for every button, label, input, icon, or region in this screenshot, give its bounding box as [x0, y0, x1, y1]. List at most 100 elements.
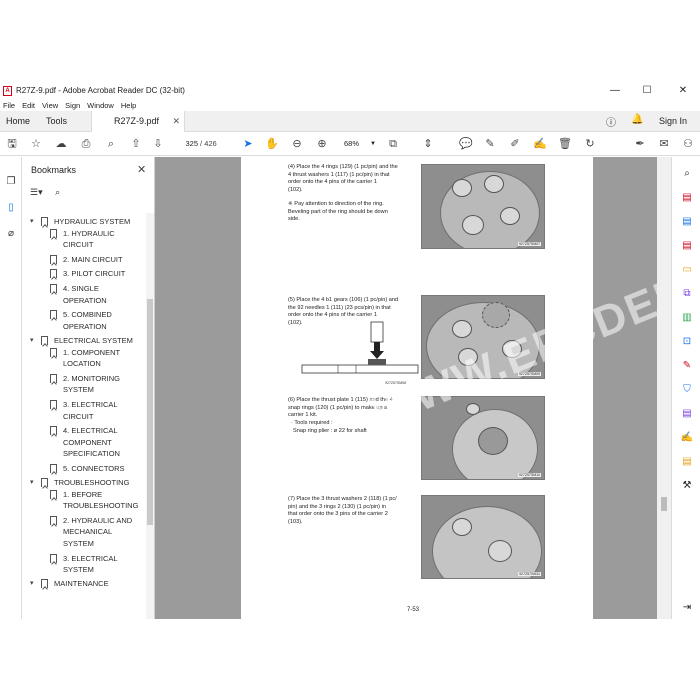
tab-close-icon[interactable]: ✕: [172, 111, 180, 132]
tab-document[interactable]: R27Z-9.pdf ✕: [91, 111, 185, 132]
bookmark-item[interactable]: TROUBLESHOOTING: [63, 500, 138, 512]
comment-tool-icon[interactable]: ▭: [680, 263, 694, 277]
bookmark-item[interactable]: LOCATION: [63, 358, 101, 370]
print-icon[interactable]: ⎙: [78, 136, 94, 152]
zoom-in-icon[interactable]: ⊕: [314, 136, 330, 152]
zoom-search-icon[interactable]: ⌕: [680, 167, 694, 181]
find-icon[interactable]: ⌕: [103, 136, 119, 152]
bookmarks-icon[interactable]: ▯: [4, 201, 18, 215]
collapse-pane-icon[interactable]: ⇥: [680, 601, 694, 615]
scroll-thumb[interactable]: [147, 299, 153, 525]
menu-edit[interactable]: Edit: [22, 101, 35, 110]
bookmark-item[interactable]: 5. CONNECTORS: [50, 463, 125, 475]
bookmark-item[interactable]: 4. SINGLE: [50, 283, 99, 295]
save-icon[interactable]: 🖫: [4, 136, 20, 152]
scan-ocr-icon[interactable]: ⊡: [680, 335, 694, 349]
menu-sign[interactable]: Sign: [65, 101, 80, 110]
close-button[interactable]: ✕: [668, 82, 698, 99]
chevron-down-icon[interactable]: ▾: [30, 335, 34, 347]
minimize-button[interactable]: —: [600, 82, 630, 99]
menu-help[interactable]: Help: [121, 101, 136, 110]
bookmark-item[interactable]: OPERATION: [63, 295, 107, 307]
draw-icon[interactable]: ✐: [507, 136, 523, 152]
select-cursor-icon[interactable]: ➤: [240, 136, 256, 152]
bookmark-item[interactable]: MECHANICAL: [63, 526, 112, 538]
bookmark-item[interactable]: 2. MONITORING: [50, 373, 120, 385]
email-icon[interactable]: ✉: [656, 136, 672, 152]
send-file-icon[interactable]: ▤: [680, 455, 694, 469]
bookmark-item[interactable]: 1. COMPONENT: [50, 347, 120, 359]
export-pdf-icon[interactable]: ▤: [680, 191, 694, 205]
help-icon[interactable]: ⓘ: [606, 114, 616, 129]
next-page-icon[interactable]: ⇩: [150, 136, 166, 152]
chevron-down-icon[interactable]: ▾: [30, 477, 34, 489]
sign-icon[interactable]: ✍: [532, 136, 548, 152]
delete-icon[interactable]: 🗑: [557, 136, 573, 152]
bookmark-item[interactable]: SYSTEM: [63, 538, 94, 550]
bookmark-item[interactable]: CIRCUIT: [63, 239, 93, 251]
document-area[interactable]: (4) Place the 4 rings (129) (1 pc/pin) a…: [155, 157, 700, 619]
upload-cloud-icon[interactable]: ☁: [53, 136, 69, 152]
bookmark-item[interactable]: 3. ELECTRICAL: [50, 399, 118, 411]
close-icon[interactable]: ✕: [137, 163, 146, 176]
tab-home[interactable]: Home: [6, 111, 30, 132]
chevron-down-icon[interactable]: ▾: [30, 578, 34, 590]
request-signature-icon[interactable]: ✍: [680, 431, 694, 445]
menu-view[interactable]: View: [42, 101, 58, 110]
comment-icon[interactable]: 💬: [458, 136, 474, 152]
bookmark-item[interactable]: 2. HYDRAULIC AND: [50, 515, 132, 527]
bookmark-section[interactable]: ▾ ELECTRICAL SYSTEM: [30, 335, 133, 347]
page-number-input[interactable]: 325: [178, 137, 198, 151]
chevron-down-icon[interactable]: ▾: [30, 216, 34, 228]
bookmark-label: MECHANICAL: [63, 527, 113, 537]
menu-file[interactable]: File: [3, 101, 15, 110]
bookmark-item[interactable]: COMPONENT: [63, 437, 112, 449]
bookmarks-scrollbar[interactable]: [146, 213, 154, 619]
bookmark-item[interactable]: 3. PILOT CIRCUIT: [50, 268, 125, 280]
notifications-icon[interactable]: 🔔: [631, 114, 643, 125]
scroll-thumb[interactable]: [661, 497, 667, 511]
bookmark-item[interactable]: CIRCUIT: [63, 411, 93, 423]
bookmark-item[interactable]: 3. ELECTRICAL: [50, 553, 118, 565]
protect-icon[interactable]: ⛉: [680, 383, 694, 397]
previous-page-icon[interactable]: ⇧: [128, 136, 144, 152]
tab-tools[interactable]: Tools: [46, 111, 67, 132]
bookmark-item[interactable]: 1. HYDRAULIC: [50, 228, 115, 240]
bookmark-section[interactable]: ▾ MAINTENANCE: [30, 578, 109, 590]
sign-in-button[interactable]: Sign In: [659, 116, 687, 126]
bookmark-item[interactable]: OPERATION: [63, 321, 107, 333]
bookmark-item[interactable]: SYSTEM: [63, 384, 94, 396]
menu-window[interactable]: Window: [87, 101, 114, 110]
fill-sign-icon[interactable]: ✎: [680, 359, 694, 373]
bookmark-options-icon[interactable]: ☰▾: [30, 187, 43, 197]
fit-page-icon[interactable]: ⧉: [385, 136, 401, 152]
create-pdf-icon[interactable]: ▤: [680, 215, 694, 229]
document-scrollbar[interactable]: [657, 157, 671, 619]
bookmark-item[interactable]: 2. MAIN CIRCUIT: [50, 254, 123, 266]
attachments-icon[interactable]: ⌀: [4, 227, 18, 241]
maximize-button[interactable]: ☐: [632, 82, 662, 99]
bookmark-section[interactable]: ▾ HYDRAULIC SYSTEM: [30, 216, 130, 228]
page-thumbnails-icon[interactable]: ❐: [4, 175, 18, 189]
bookmark-star-icon[interactable]: ☆: [28, 136, 44, 152]
zoom-select[interactable]: 68% ▼: [338, 137, 378, 151]
bookmark-item[interactable]: SPECIFICATION: [63, 448, 120, 460]
edit-pdf-icon[interactable]: ▤: [680, 407, 694, 421]
hand-tool-icon[interactable]: ✋: [264, 136, 280, 152]
bookmark-item[interactable]: SYSTEM: [63, 564, 94, 576]
rotate-icon[interactable]: ↻: [582, 136, 598, 152]
bookmark-item[interactable]: 4. ELECTRICAL: [50, 425, 118, 437]
organize-pages-icon[interactable]: ▥: [680, 311, 694, 325]
share-icon[interactable]: ⚇: [680, 136, 696, 152]
bookmark-item[interactable]: 1. BEFORE: [50, 489, 102, 501]
bookmark-section[interactable]: ▾ TROUBLESHOOTING: [30, 477, 129, 489]
more-tools-icon[interactable]: ⚒: [680, 479, 694, 493]
create-pdf-plus-icon[interactable]: ▤: [680, 239, 694, 253]
bookmark-search-icon[interactable]: ⌕: [55, 187, 60, 197]
bookmark-item[interactable]: 5. COMBINED: [50, 309, 112, 321]
edit-pen-icon[interactable]: ✒: [632, 136, 648, 152]
highlight-pen-icon[interactable]: ✎: [482, 136, 498, 152]
zoom-out-icon[interactable]: ⊖: [289, 136, 305, 152]
combine-files-icon[interactable]: ⧉: [680, 287, 694, 301]
scroll-mode-icon[interactable]: ⇕: [420, 136, 436, 152]
